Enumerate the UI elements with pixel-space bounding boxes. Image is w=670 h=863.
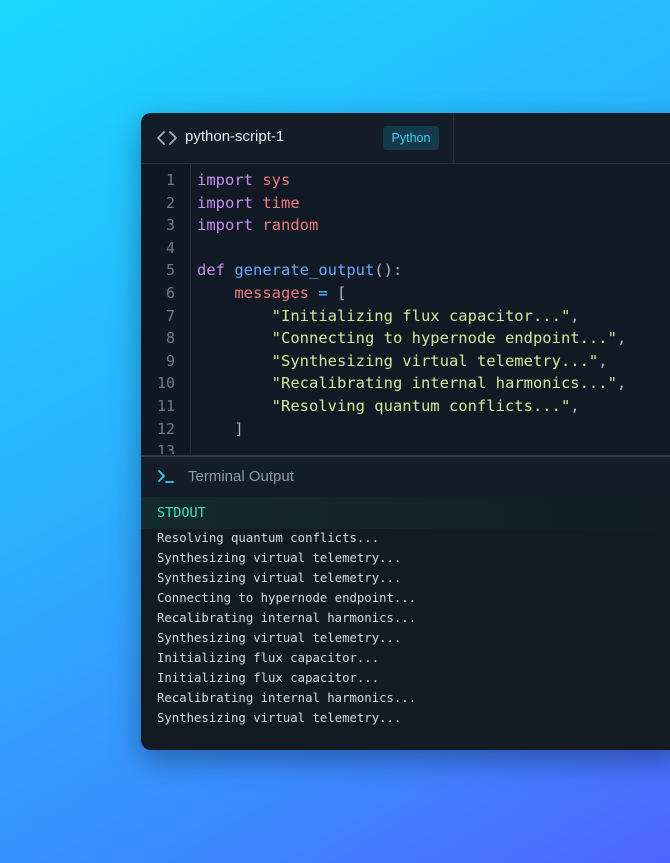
code-token: def	[197, 261, 225, 280]
line-number: 2	[165, 193, 175, 212]
code-token: "Resolving quantum conflicts..."	[271, 397, 571, 415]
code-token: ,	[570, 306, 580, 325]
terminal-header: Terminal Output	[141, 455, 670, 498]
line-number: 4	[165, 238, 175, 257]
line-number: 1	[165, 171, 175, 189]
code-line: messages = [	[197, 282, 346, 305]
code-line: ]	[197, 418, 244, 441]
line-number: 6	[165, 284, 175, 302]
output-line: Synthesizing virtual telemetry...	[157, 571, 402, 585]
output-line: Synthesizing virtual telemetry...	[157, 551, 402, 565]
code-line: import time	[197, 192, 300, 215]
line-number: 10	[156, 374, 175, 393]
code-token: ,	[570, 397, 580, 415]
code-runner-window: python-script-1 Python 1 2 3 4 5 6 7 8 9 10 11 12 13…	[141, 113, 670, 750]
output-line: Recalibrating internal harmonics...	[157, 611, 417, 625]
line-number: 5	[165, 261, 175, 280]
code-token: "Connecting to hypernode endpoint..."	[271, 329, 617, 348]
code-token: ]	[234, 419, 244, 438]
code-token: import	[197, 171, 253, 189]
code-line: "Resolving quantum conflicts...",	[197, 395, 580, 418]
script-tab[interactable]: python-script-1 Python	[141, 113, 454, 163]
output-line: Connecting to hypernode endpoint...	[157, 591, 417, 605]
language-badge: Python	[383, 126, 439, 150]
line-number: 8	[165, 329, 175, 348]
code-token: ,	[598, 351, 608, 370]
line-number: 7	[165, 306, 175, 325]
code-token: "Recalibrating internal harmonics..."	[271, 374, 617, 393]
code-token: "Synthesizing virtual telemetry..."	[271, 351, 599, 370]
line-number: 11	[156, 397, 175, 415]
code-line: "Recalibrating internal harmonics...",	[197, 372, 627, 395]
code-line: "Synthesizing virtual telemetry...",	[197, 350, 608, 373]
line-number: 12	[156, 419, 175, 438]
terminal-prompt-icon	[158, 470, 174, 483]
line-number: 9	[165, 351, 175, 370]
code-token: messages	[234, 284, 309, 302]
code-token: [	[337, 284, 347, 302]
output-line: Initializing flux capacitor...	[157, 671, 380, 685]
code-token: ,	[616, 329, 627, 348]
page-background: { "editor": { "script_name": "python-scr…	[0, 0, 670, 863]
code-token: ,	[616, 374, 627, 393]
code-token: ():	[374, 261, 403, 280]
code-editor[interactable]: 1 2 3 4 5 6 7 8 9 10 11 12 13 import sys import time i…	[141, 164, 670, 454]
output-line: Recalibrating internal harmonics...	[157, 691, 417, 705]
editor-header: python-script-1 Python	[141, 113, 670, 164]
code-token: generate_output	[234, 261, 375, 280]
terminal-title: Terminal Output	[188, 468, 294, 485]
code-token: time	[262, 193, 300, 212]
code-line: import sys	[197, 169, 290, 192]
stdout-bar: STDOUT	[141, 497, 670, 529]
code-line: "Initializing flux capacitor...",	[197, 305, 580, 328]
output-line: Synthesizing virtual telemetry...	[157, 631, 402, 645]
code-token: import	[197, 193, 253, 212]
script-name: python-script-1	[185, 128, 285, 145]
code-line: "Connecting to hypernode endpoint...",	[197, 327, 627, 350]
code-brackets-icon	[157, 131, 177, 145]
code-line: import random	[197, 214, 318, 237]
line-number-gutter: 1 2 3 4 5 6 7 8 9 10 11 12 13	[141, 164, 191, 454]
stdout-label: STDOUT	[157, 505, 206, 521]
line-number: 3	[165, 216, 175, 235]
code-token: sys	[262, 171, 291, 189]
output-line: Initializing flux capacitor...	[157, 651, 380, 665]
output-line: Resolving quantum conflicts...	[157, 531, 380, 545]
code-token: =	[318, 284, 328, 302]
code-token: random	[262, 216, 319, 235]
line-number: 13	[156, 442, 175, 454]
output-line: Synthesizing virtual telemetry...	[157, 711, 402, 725]
code-line: def generate_output():	[197, 259, 402, 282]
code-token: import	[197, 216, 253, 235]
code-token: "Initializing flux capacitor..."	[271, 306, 571, 325]
